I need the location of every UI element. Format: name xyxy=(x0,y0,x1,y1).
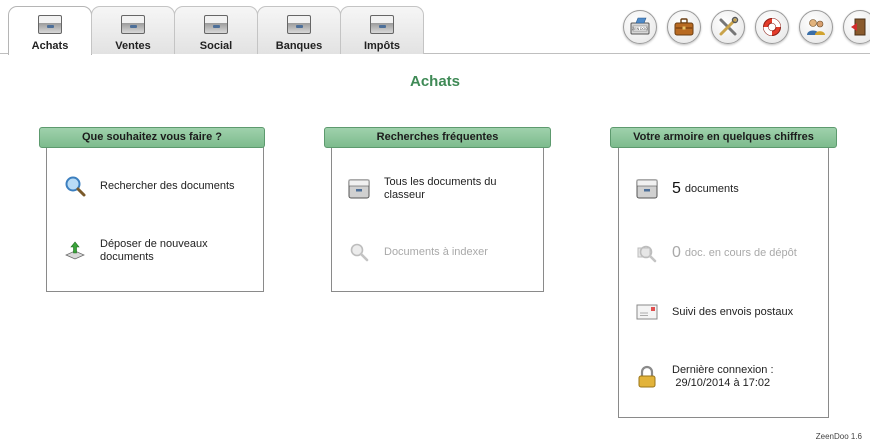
app-version: ZeenDoo 1.6 xyxy=(815,432,862,441)
users-icon xyxy=(807,19,825,35)
search-documents-label: Rechercher des documents xyxy=(100,179,235,192)
tab-achats[interactable]: Achats xyxy=(8,6,92,55)
documents-to-index-label: Documents à indexer xyxy=(384,245,488,258)
tab-ventes[interactable]: Ventes xyxy=(91,6,175,54)
tab-label: Ventes xyxy=(115,40,151,52)
actions-panel-header: Que souhaitez vous faire ? xyxy=(39,127,265,148)
lock-icon xyxy=(634,364,660,390)
last-login-label: Dernière connexion : xyxy=(672,364,774,376)
last-login-row: Dernière connexion : 29/10/2014 à 17:02 xyxy=(634,364,774,390)
users-button[interactable] xyxy=(799,10,833,44)
documents-count-row[interactable]: 5 documents xyxy=(634,176,739,202)
documents-count-label: documents xyxy=(684,182,739,195)
tab-label: Impôts xyxy=(363,40,401,52)
documents-count: 5 xyxy=(672,180,681,197)
cabinet-icon xyxy=(287,15,311,34)
pending-count-label: doc. en cours de dépôt xyxy=(684,246,797,259)
briefcase-button[interactable] xyxy=(667,10,701,44)
logout-button[interactable] xyxy=(843,10,870,44)
tab-social[interactable]: Social xyxy=(174,6,258,54)
scanner-badge-text: ZEN DOO xyxy=(632,27,648,31)
last-login-text: Dernière connexion : 29/10/2014 à 17:02 xyxy=(672,364,774,390)
tab-impots[interactable]: Impôts xyxy=(340,6,424,54)
logout-icon xyxy=(851,18,866,36)
envelope-icon xyxy=(634,299,660,325)
cabinet-icon xyxy=(370,15,394,34)
last-login-value: 29/10/2014 à 17:02 xyxy=(675,377,771,389)
page-title: Achats xyxy=(409,73,461,90)
stats-panel-header: Votre armoire en quelques chiffres xyxy=(610,127,837,148)
tab-label: Banques xyxy=(275,40,323,52)
all-documents-label: Tous les documents du classeur xyxy=(384,176,497,201)
upload-documents-label: Déposer de nouveaux documents xyxy=(100,238,208,263)
help-button[interactable] xyxy=(755,10,789,44)
settings-button[interactable] xyxy=(711,10,745,44)
search-documents-link[interactable]: Rechercher des documents xyxy=(62,173,235,199)
pending-count-row: 0 doc. en cours de dépôt xyxy=(634,240,797,266)
briefcase-icon xyxy=(674,18,694,36)
cabinet-icon xyxy=(634,176,660,202)
cabinet-icon xyxy=(121,15,145,34)
lifebuoy-icon xyxy=(763,18,781,36)
tab-banques[interactable]: Banques xyxy=(257,6,341,54)
frequent-searches-header: Recherches fréquentes xyxy=(324,127,551,148)
index-search-icon xyxy=(346,239,372,265)
upload-documents-link[interactable]: Déposer de nouveaux documents xyxy=(62,238,230,264)
scanner-button[interactable]: ZEN DOO xyxy=(623,10,657,44)
pending-search-icon xyxy=(634,240,660,266)
postal-tracking-label: Suivi des envois postaux xyxy=(672,305,794,318)
scanner-icon: ZEN DOO xyxy=(630,17,650,35)
tools-icon xyxy=(719,16,739,36)
cabinet-icon xyxy=(204,15,228,34)
pending-count: 0 xyxy=(672,244,681,261)
documents-to-index-link: Documents à indexer xyxy=(346,239,488,265)
frequent-searches-panel xyxy=(331,137,544,292)
all-documents-link[interactable]: Tous les documents du classeur xyxy=(346,176,512,202)
tab-label: Achats xyxy=(31,40,69,52)
actions-panel xyxy=(46,137,264,292)
magnifier-icon xyxy=(62,173,88,199)
tab-label: Social xyxy=(199,40,233,52)
top-navigation: Achats Ventes Social Banques Impôts ZEN … xyxy=(0,0,870,55)
upload-icon xyxy=(62,238,88,264)
cabinet-icon xyxy=(346,176,372,202)
postal-tracking-link[interactable]: Suivi des envois postaux xyxy=(634,299,793,325)
cabinet-icon xyxy=(38,15,62,34)
